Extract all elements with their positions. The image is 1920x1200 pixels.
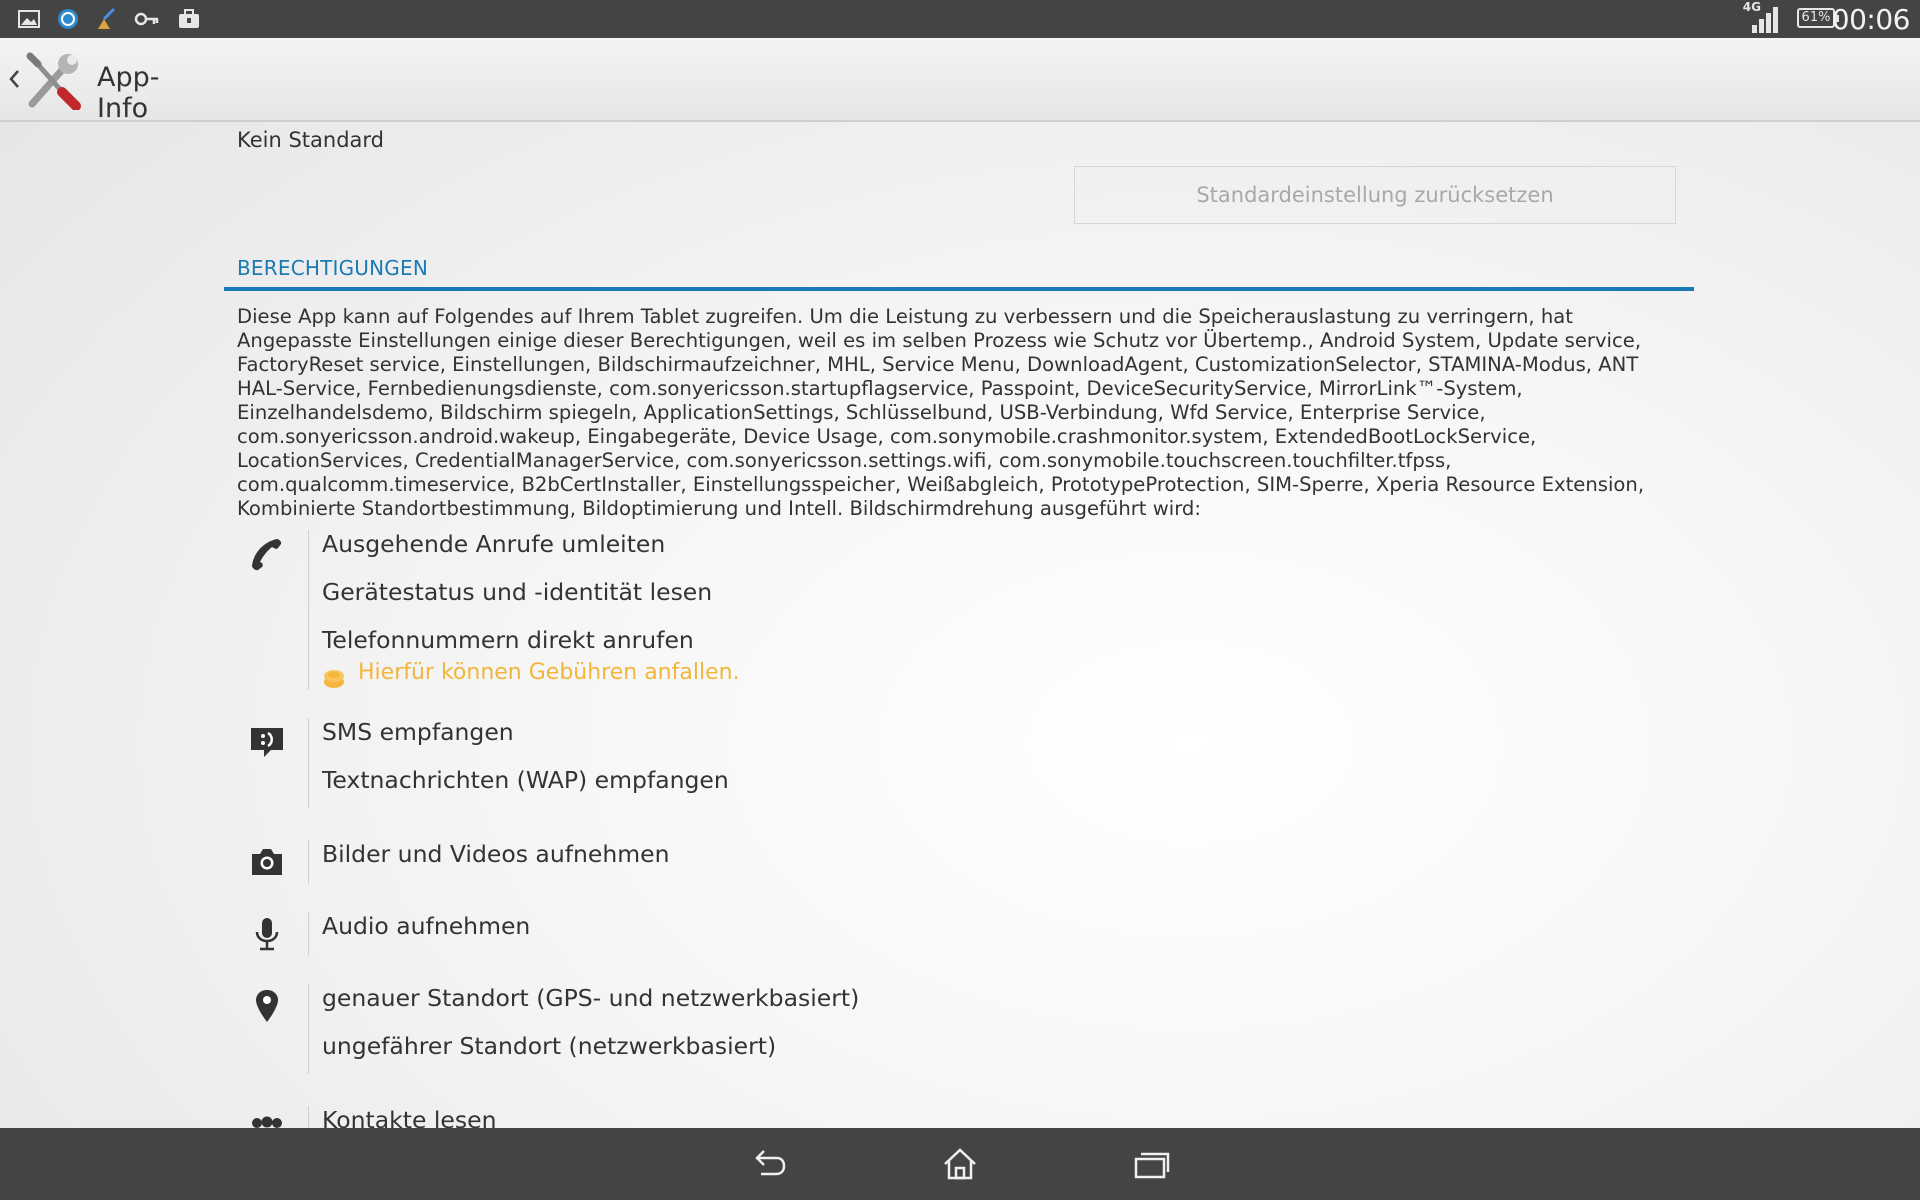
signal-strength-icon [1752, 7, 1778, 33]
phone-icon [252, 539, 282, 571]
group-separator [308, 1106, 309, 1128]
app-info-content[interactable]: Kein Standard Standardeinstellung zurück… [0, 122, 1920, 1128]
action-bar: App-Info [0, 38, 1920, 124]
permission-group-messages: SMS empfangen Textnachrichten (WAP) empf… [237, 718, 1677, 808]
battery-indicator: 61% [1797, 8, 1839, 28]
permission-item[interactable]: Telefonnummern direkt anrufen [322, 626, 694, 654]
permission-item[interactable]: Ausgehende Anrufe umleiten [322, 530, 665, 558]
coins-icon [324, 670, 344, 688]
camera-icon [252, 849, 282, 875]
message-icon [251, 728, 283, 757]
cost-warning: Hierfür können Gebühren anfallen. [322, 660, 822, 690]
permissions-header: BERECHTIGUNGEN [237, 256, 429, 280]
navigation-bar [0, 1128, 1920, 1200]
cost-warning-text: Hierfür können Gebühren anfallen. [358, 660, 740, 685]
permission-group-camera: Bilder und Videos aufnehmen [237, 840, 1677, 884]
group-separator [308, 840, 309, 884]
permission-group-phone: Ausgehende Anrufe umleiten Gerätestatus … [237, 530, 1677, 690]
permission-item[interactable]: Gerätestatus und -identität lesen [322, 578, 712, 606]
group-separator [308, 530, 309, 690]
recent-apps-icon[interactable] [1132, 1145, 1172, 1183]
tools-icon [26, 52, 81, 110]
group-separator [308, 912, 309, 956]
permission-group-location: genauer Standort (GPS- und netzwerkbasie… [237, 984, 1677, 1074]
group-separator [308, 984, 309, 1074]
clock: 00:06 [1831, 3, 1911, 36]
back-icon[interactable] [749, 1145, 789, 1183]
permission-group-contacts: Kontakte lesen [237, 1106, 1677, 1128]
home-icon[interactable] [940, 1145, 980, 1183]
permission-item[interactable]: Bilder und Videos aufnehmen [322, 840, 669, 868]
battery-level: 61% [1801, 10, 1831, 25]
microphone-icon [255, 918, 279, 951]
chevron-left-icon [9, 70, 19, 88]
gallery-icon [18, 10, 40, 28]
cleaner-icon [98, 7, 116, 29]
location-pin-icon [256, 990, 278, 1022]
shield-app-icon [58, 9, 78, 29]
permission-group-microphone: Audio aufnehmen [237, 912, 1677, 956]
status-bar: 4G 61% 00:06 [0, 0, 1920, 38]
permission-item[interactable]: SMS empfangen [322, 718, 514, 746]
section-divider [224, 287, 1694, 291]
key-icon [134, 12, 159, 26]
page-title: App-Info [97, 62, 160, 124]
defaults-label: Kein Standard [237, 128, 384, 152]
briefcase-icon [179, 9, 199, 28]
permission-item[interactable]: Kontakte lesen [322, 1106, 496, 1128]
contacts-icon [252, 1116, 282, 1128]
permission-item[interactable]: ungefährer Standort (netzwerkbasiert) [322, 1032, 776, 1060]
permission-item[interactable]: Textnachrichten (WAP) empfangen [322, 766, 729, 794]
reset-defaults-button[interactable]: Standardeinstellung zurücksetzen [1074, 166, 1676, 224]
permission-item[interactable]: Audio aufnehmen [322, 912, 530, 940]
group-separator [308, 718, 309, 808]
permission-item[interactable]: genauer Standort (GPS- und netzwerkbasie… [322, 984, 859, 1012]
permissions-description: Diese App kann auf Folgendes auf Ihrem T… [237, 305, 1645, 520]
up-navigation[interactable]: App-Info [0, 38, 210, 124]
